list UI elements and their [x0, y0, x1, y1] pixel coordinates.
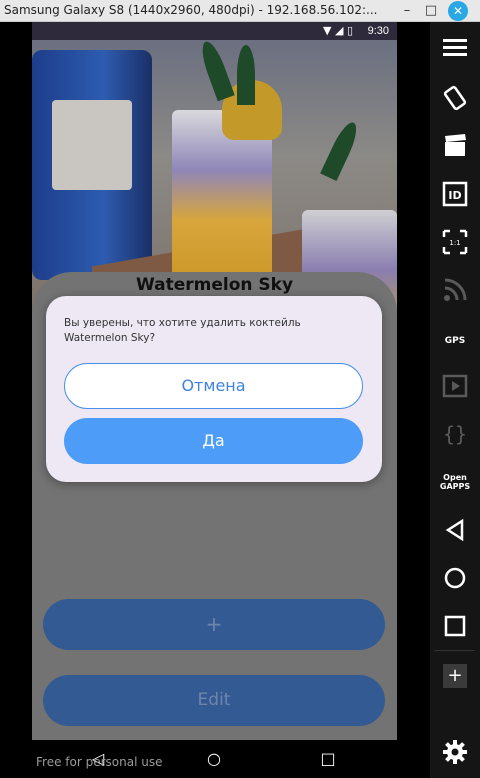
open-gapps-label: Open GAPPS — [439, 473, 471, 491]
delete-confirm-dialog: Вы уверены, что хотите удалить коктейль … — [46, 296, 382, 482]
watermark-text: Free for personal use — [36, 755, 163, 769]
status-time: 9:30 — [367, 25, 389, 37]
media-icon[interactable] — [439, 370, 471, 402]
gin-bottle-image — [32, 50, 152, 280]
toolbar-divider — [435, 650, 475, 651]
close-button[interactable]: ✕ — [448, 1, 468, 21]
back-triangle-icon[interactable] — [439, 514, 471, 546]
svg-text:1:1: 1:1 — [449, 239, 460, 247]
pixel-perfect-icon[interactable]: 1:1 — [439, 226, 471, 258]
gps-label: GPS — [444, 336, 466, 346]
cancel-button[interactable]: Отмена — [64, 363, 363, 409]
svg-text:{}: {} — [443, 422, 467, 446]
open-gapps-icon[interactable]: Open GAPPS — [439, 466, 471, 498]
edit-button[interactable]: Edit — [43, 675, 385, 726]
home-icon[interactable]: ○ — [203, 748, 225, 770]
emulator-frame — [0, 22, 32, 778]
status-icons: ▼ ◢ ▯ — [323, 24, 353, 37]
status-bar: ▼ ◢ ▯ 9:30 — [32, 22, 397, 40]
gps-icon[interactable]: GPS — [439, 322, 471, 354]
recent-apps-icon[interactable]: □ — [317, 748, 339, 770]
network-icon[interactable] — [439, 274, 471, 306]
recent-square-icon[interactable] — [439, 610, 471, 642]
drink-title: Watermelon Sky — [135, 275, 294, 295]
settings-gear-icon[interactable] — [439, 736, 471, 768]
dialog-message: Вы уверены, что хотите удалить коктейль … — [64, 317, 301, 344]
menu-icon[interactable] — [439, 32, 471, 64]
leaf-image — [197, 40, 235, 102]
minimize-button[interactable]: – — [398, 2, 416, 20]
device-id-icon[interactable]: ID — [439, 178, 471, 210]
rotate-icon[interactable] — [439, 82, 471, 114]
emulator-toolbar: ID 1:1 GPS {} Open GAPPS + — [430, 22, 480, 778]
maximize-button[interactable]: □ — [422, 2, 440, 20]
screen-record-icon[interactable] — [439, 130, 471, 162]
leaf-image — [237, 45, 255, 105]
id-label: ID — [448, 189, 461, 202]
add-button[interactable]: + — [43, 599, 385, 650]
home-circle-icon[interactable] — [439, 562, 471, 594]
leaf-image — [320, 119, 362, 181]
window-title: Samsung Galaxy S8 (1440x2960, 480dpi) - … — [4, 3, 378, 17]
add-toolbar-button[interactable]: + — [443, 664, 467, 688]
code-braces-icon[interactable]: {} — [439, 418, 471, 450]
confirm-button[interactable]: Да — [64, 418, 363, 464]
emulator-title-bar: Samsung Galaxy S8 (1440x2960, 480dpi) - … — [0, 0, 480, 22]
